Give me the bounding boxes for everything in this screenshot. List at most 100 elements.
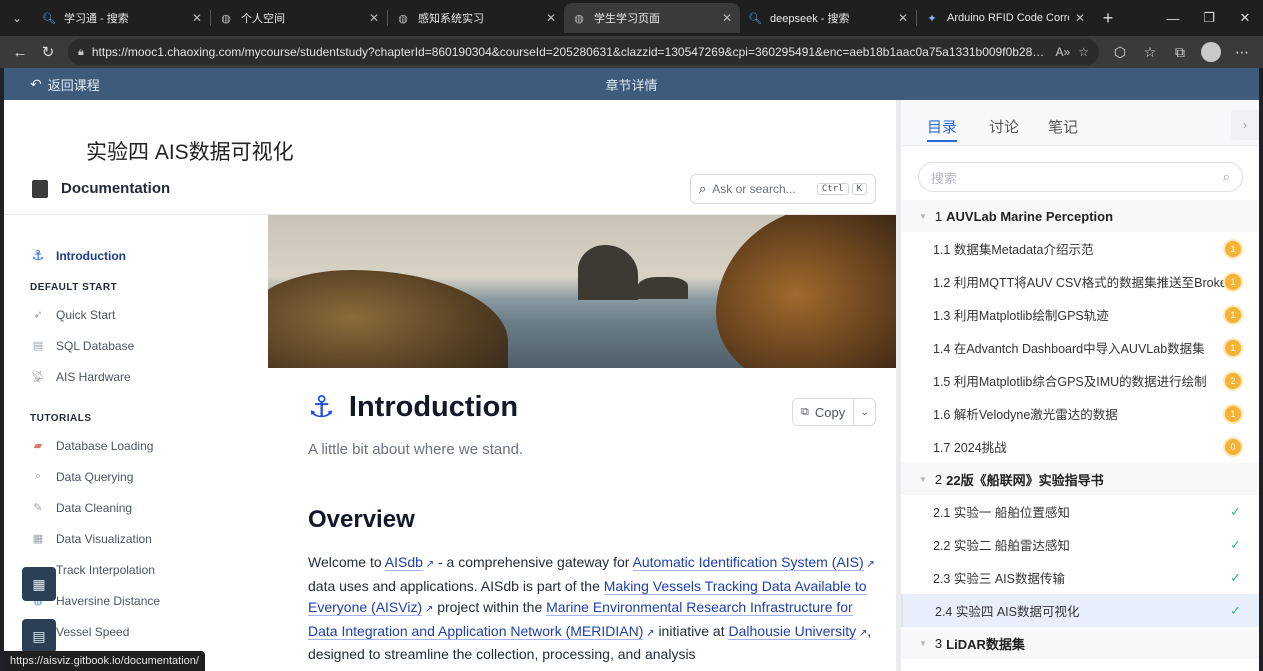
tab-actions-menu-icon[interactable]: ⌄	[0, 0, 34, 36]
sidebar-item-label: Data Querying	[56, 469, 134, 484]
chapter-number: 2	[934, 471, 943, 487]
outline-search-input[interactable]: 搜索 ⌕	[918, 162, 1243, 192]
close-icon[interactable]: ✕	[898, 11, 908, 25]
hero-sea-stack-small	[638, 277, 688, 299]
close-icon[interactable]: ✕	[722, 11, 732, 25]
doc-brand[interactable]: Documentation	[61, 180, 170, 197]
chapter-item[interactable]: ▼ 2 22版《船联网》实验指导书	[901, 463, 1259, 495]
extensions-icon[interactable]: ⬡	[1105, 38, 1135, 66]
new-tab-button[interactable]: +	[1093, 3, 1123, 33]
back-arrow-icon[interactable]: ←	[6, 38, 34, 66]
minimize-icon[interactable]: —	[1155, 0, 1191, 36]
link-aisdb[interactable]: AISdb	[384, 554, 423, 571]
section-item[interactable]: 2.3 实验三 AIS数据传输 ✓	[901, 561, 1259, 594]
sidebar-item-data-cleaning[interactable]: ✎ Data Cleaning	[4, 492, 268, 523]
sidebar-item-database-loading[interactable]: ▰ Database Loading	[4, 430, 268, 461]
section-item[interactable]: 1.4 在Advantch Dashboard中导入AUVLab数据集 1	[901, 331, 1259, 364]
doc-search-input[interactable]: ⌕ Ask or search... Ctrl K	[690, 174, 876, 204]
more-menu-icon[interactable]: ⋯	[1227, 38, 1257, 66]
section-item[interactable]: 1.7 2024挑战 0	[901, 430, 1259, 463]
caret-down-icon[interactable]: ▼	[919, 639, 927, 648]
lock-icon[interactable]: 🔒︎	[78, 46, 84, 59]
sidebar-item-data-visualization[interactable]: ▦ Data Visualization	[4, 523, 268, 554]
section-item[interactable]: 1.5 利用Matplotlib综合GPS及IMU的数据进行绘制 2	[901, 364, 1259, 397]
kbd-ctrl: Ctrl	[816, 183, 849, 195]
chevron-down-icon[interactable]: ⌄	[854, 407, 875, 418]
course-outline-panel: 目录 讨论 笔记 › 搜索 ⌕ ▼ 1 AUVLab Marine Percep…	[901, 100, 1259, 671]
section-item-active[interactable]: 2.4 实验四 AIS数据可视化 ✓	[901, 594, 1259, 627]
browser-tab[interactable]: ✦ Arduino RFID Code Correctio ✕	[917, 3, 1093, 33]
sidebar-item-introduction[interactable]: ⚓ Introduction	[4, 240, 268, 271]
chapter-title: AUVLab Marine Perception	[946, 208, 1114, 224]
close-icon[interactable]: ✕	[192, 11, 202, 25]
read-aloud-icon[interactable]: A»	[1056, 45, 1071, 59]
task-count-badge: 1	[1225, 240, 1241, 257]
close-icon[interactable]: ✕	[546, 11, 556, 25]
link-dalhousie[interactable]: Dalhousie University	[728, 622, 857, 640]
active-tab-indicator	[927, 140, 957, 142]
chapter-item[interactable]: ▼ 1 AUVLab Marine Perception	[901, 200, 1259, 232]
doc-header: Documentation ⌕ Ask or search... Ctrl K	[4, 172, 896, 212]
browser-tab[interactable]: 🔍︎ 学习通 - 搜索 ✕	[34, 3, 210, 33]
tab-title: 学习通 - 搜索	[64, 13, 129, 25]
chapter-content: 实验四 AIS数据可视化 Documentation ⌕ Ask or sear…	[4, 100, 896, 671]
sidebar-item-sql-database[interactable]: ▤ SQL Database	[4, 330, 268, 361]
browser-tab[interactable]: ◍ 感知系统实习 ✕	[388, 3, 564, 33]
section-item[interactable]: 1.1 数据集Metadata介绍示范 1	[901, 232, 1259, 265]
checkmark-icon: ✓	[1230, 602, 1241, 618]
profile-avatar[interactable]	[1201, 42, 1221, 62]
sidebar-section-heading: DEFAULT START	[30, 282, 118, 293]
close-icon[interactable]: ✕	[369, 11, 379, 25]
close-window-icon[interactable]: ✕	[1227, 0, 1263, 36]
link-ais[interactable]: Automatic Identification System (AIS)	[632, 554, 864, 571]
copy-page-button[interactable]: ⧉ Copy ⌄	[792, 398, 876, 426]
section-label: 2.4 实验四 AIS数据可视化	[935, 605, 1080, 619]
section-item[interactable]: 2.2 实验二 船舶雷达感知 ✓	[901, 528, 1259, 561]
refresh-icon[interactable]: ↻	[34, 38, 62, 66]
search-icon: 🔍︎	[748, 12, 762, 25]
section-item[interactable]: 1.2 利用MQTT将AUV CSV格式的数据集推送至Broker 1	[901, 265, 1259, 298]
sidebar-item-ais-hardware[interactable]: 📡︎ AIS Hardware	[4, 361, 268, 392]
inbox-icon: ▰	[33, 440, 43, 452]
tab-catalog[interactable]: 目录	[927, 116, 957, 137]
paragraph-text: data uses and applications. AISdb is par…	[308, 577, 604, 594]
close-icon[interactable]: ✕	[1075, 11, 1085, 25]
overview-heading: Overview	[308, 506, 415, 533]
browser-tab[interactable]: ◍ 个人空间 ✕	[211, 3, 387, 33]
hero-rock-right	[716, 215, 896, 368]
url-field[interactable]: 🔒︎ https://mooc1.chaoxing.com/mycourse/s…	[68, 39, 1099, 65]
restore-icon[interactable]: ❐	[1191, 0, 1227, 36]
caret-down-icon[interactable]: ▼	[919, 475, 927, 484]
chat-button[interactable]: ▤	[22, 619, 56, 653]
chapter-item[interactable]: ▼ 3 LiDAR数据集	[901, 627, 1259, 659]
kbd-k: K	[851, 183, 867, 195]
globe-icon: ◍	[574, 12, 584, 25]
anchor-icon: ⚓	[31, 247, 45, 263]
copy-action[interactable]: ⧉ Copy	[793, 399, 855, 425]
hero-sea-stack	[578, 245, 638, 300]
section-item[interactable]: 2.1 实验一 船舶位置感知 ✓	[901, 495, 1259, 528]
caret-down-icon[interactable]: ▼	[919, 212, 927, 221]
sidebar-item-label: Data Cleaning	[56, 500, 133, 515]
browser-tab[interactable]: 🔍︎ deepseek - 搜索 ✕	[740, 3, 916, 33]
qr-code-button[interactable]: ▦	[22, 567, 56, 601]
favorite-star-icon[interactable]: ☆	[1078, 45, 1089, 59]
favorites-icon[interactable]: ☆	[1135, 38, 1165, 66]
section-label: 1.1 数据集Metadata介绍示范	[933, 243, 1094, 257]
tab-discussion[interactable]: 讨论	[989, 116, 1019, 137]
return-arrow-icon: ↶	[30, 75, 42, 92]
tab-notes[interactable]: 笔记	[1048, 116, 1078, 137]
section-item[interactable]: 1.6 解析Velodyne激光雷达的数据 1	[901, 397, 1259, 430]
section-label: 1.7 2024挑战	[933, 441, 1007, 455]
url-text: https://mooc1.chaoxing.com/mycourse/stud…	[91, 45, 1048, 59]
collections-icon[interactable]: ⧉	[1165, 38, 1195, 66]
sidebar-item-quick-start[interactable]: ➶ Quick Start	[4, 299, 268, 330]
tab-title: 个人空间	[241, 13, 285, 25]
sidebar-item-data-querying[interactable]: ⌕ Data Querying	[4, 461, 268, 492]
magnifier-icon: ⌕	[34, 470, 42, 482]
chat-icon: ▤	[32, 627, 46, 644]
section-item[interactable]: 1.3 利用Matplotlib绘制GPS轨迹 1	[901, 298, 1259, 331]
back-to-course-button[interactable]: ↶ 返回课程	[4, 75, 204, 94]
browser-tab-active[interactable]: ◍ 学生学习页面 ✕	[564, 3, 740, 33]
chevron-right-icon[interactable]: ›	[1231, 110, 1259, 140]
